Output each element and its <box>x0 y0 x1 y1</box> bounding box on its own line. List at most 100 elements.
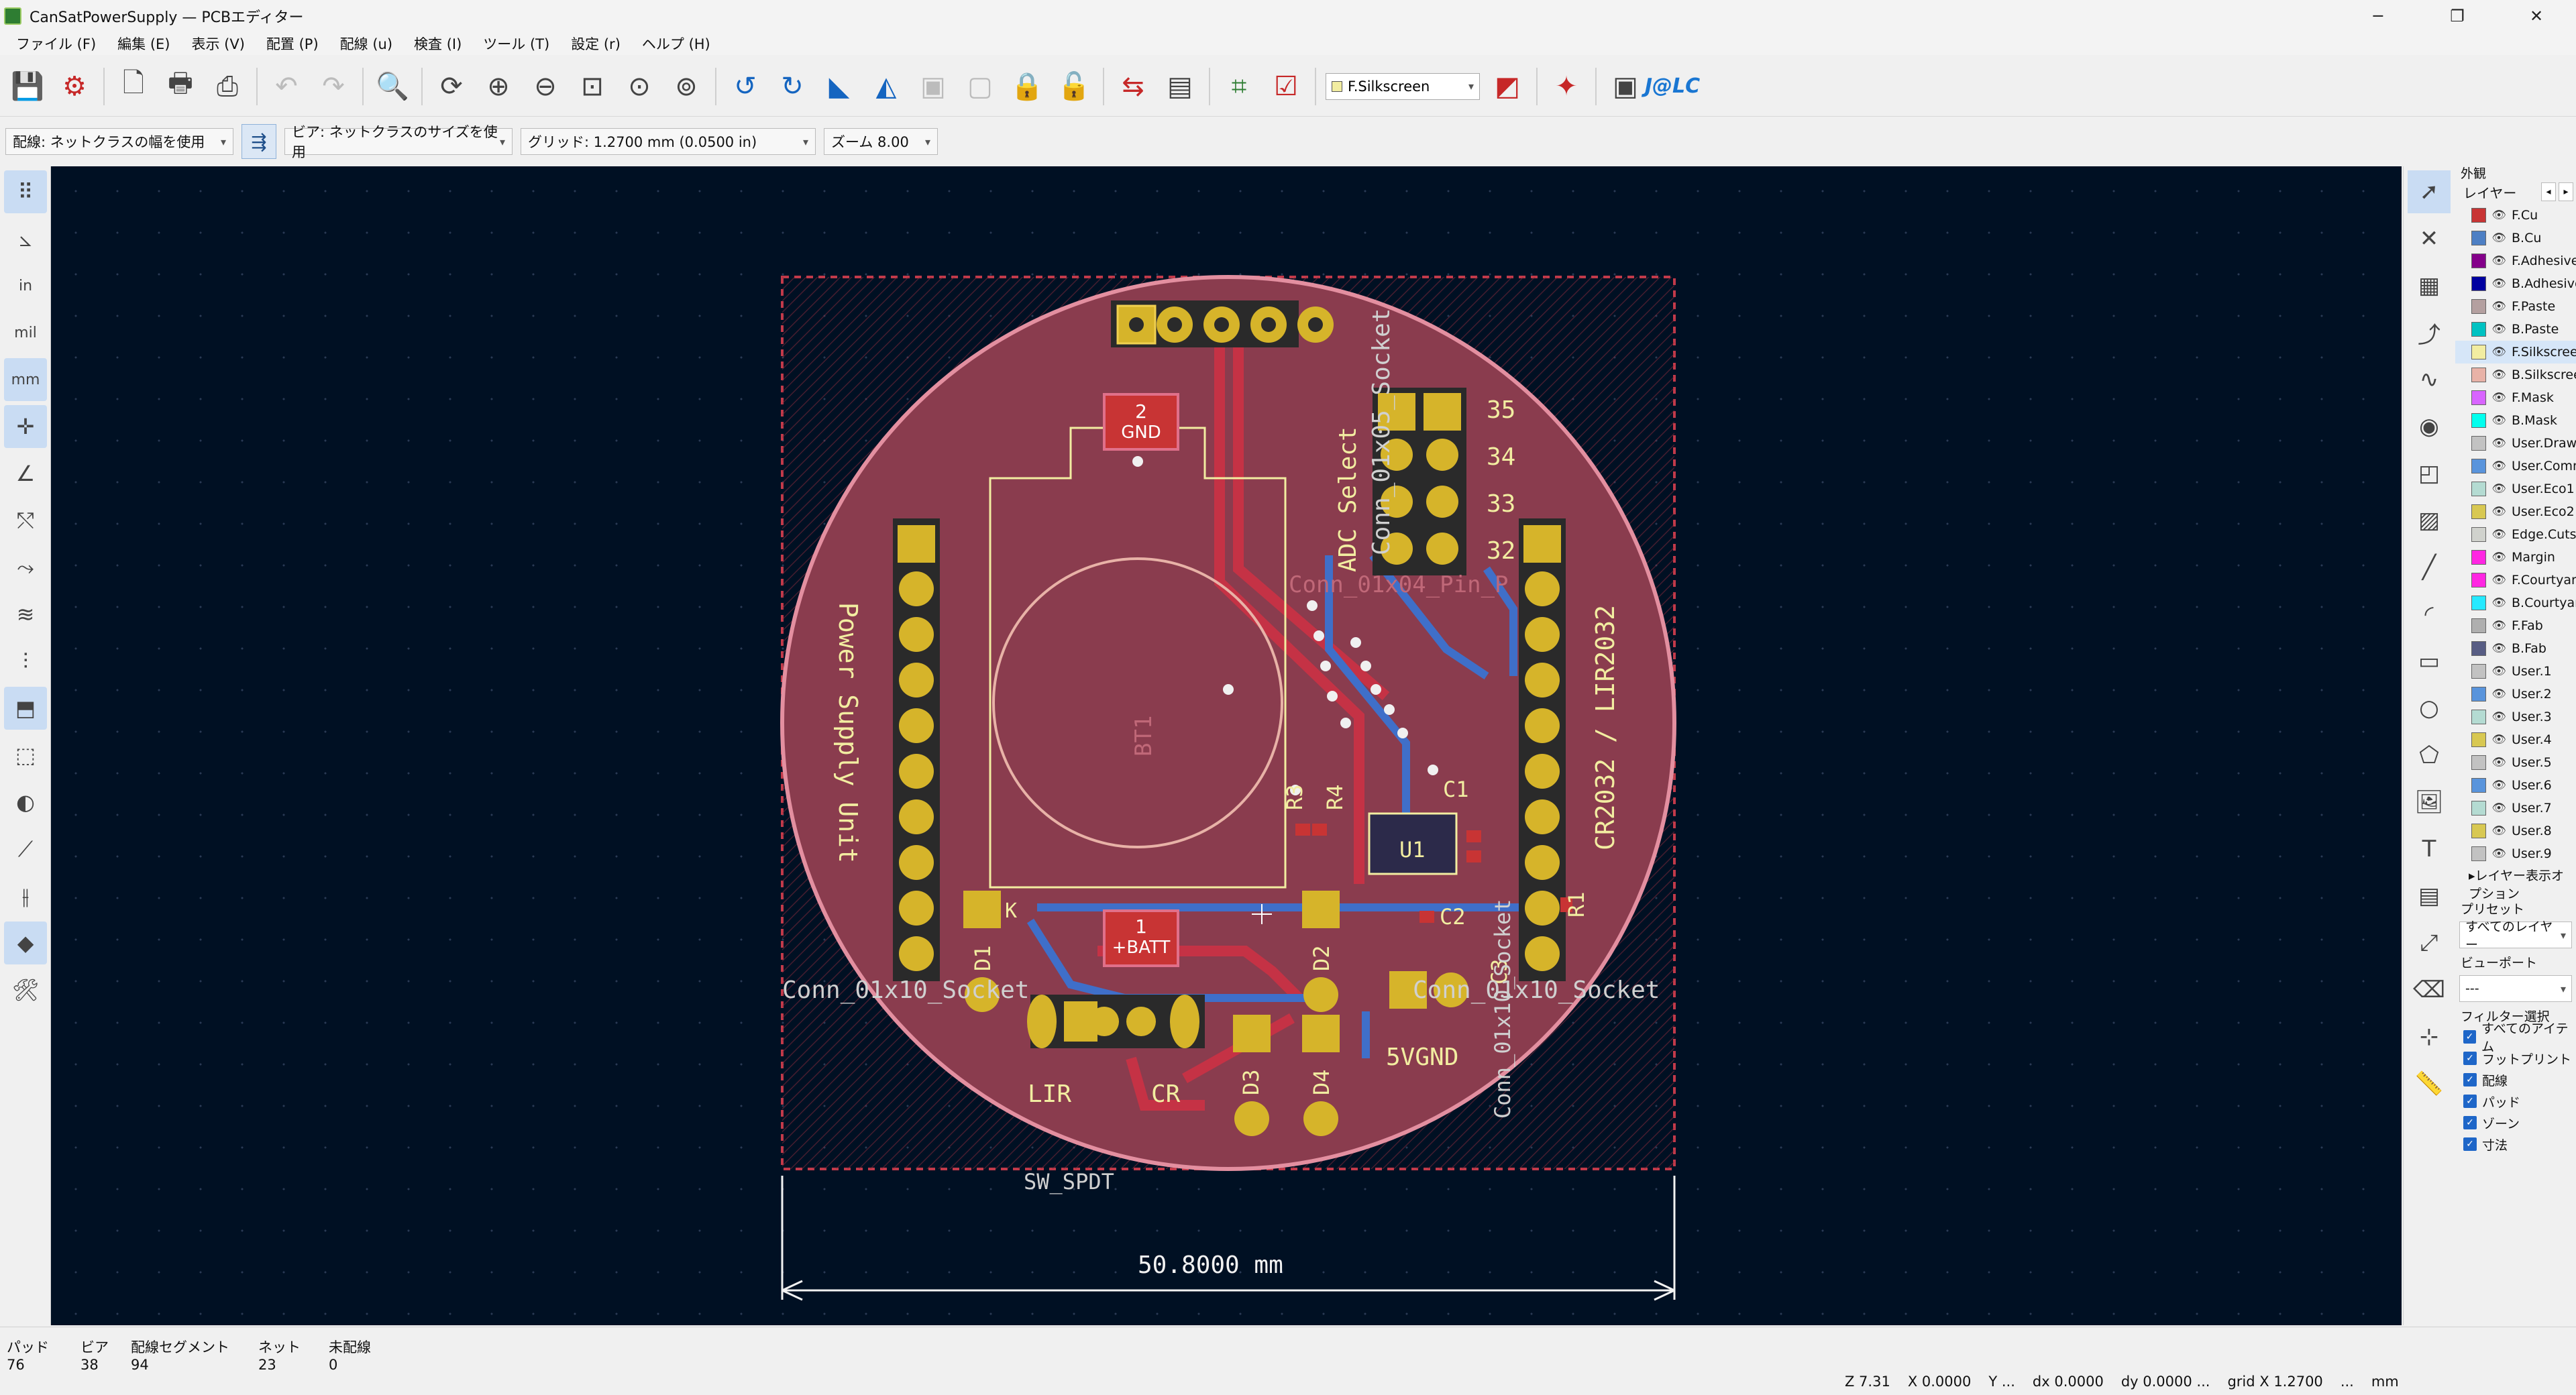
eye-icon[interactable]: 👁 <box>2490 756 2508 769</box>
layer-row[interactable]: 👁 User.3 <box>2455 706 2576 728</box>
layer-color-swatch[interactable] <box>2471 254 2486 268</box>
zoom-select[interactable]: ズーム 8.00 ▾ <box>824 128 938 155</box>
eye-icon[interactable]: 👁 <box>2490 551 2508 564</box>
unit-in-button[interactable]: in <box>4 264 47 307</box>
layer-color-swatch[interactable] <box>2471 276 2486 291</box>
scripting-icon[interactable]: ✦ <box>1545 65 1588 108</box>
layer-row[interactable]: 👁 B.Adhesive <box>2455 272 2576 295</box>
layer-row[interactable]: 👁 User.Drawings <box>2455 432 2576 455</box>
draw-line-icon[interactable]: ╱ <box>2408 546 2451 589</box>
flip-icon[interactable]: ◣ <box>818 65 861 108</box>
unit-mm-button[interactable]: mm <box>4 358 47 401</box>
eye-icon[interactable]: 👁 <box>2490 687 2508 701</box>
grid-select[interactable]: グリッド: 1.2700 mm (0.0500 in) ▾ <box>521 128 816 155</box>
checkbox-checked-icon[interactable]: ✓ <box>2463 1030 2477 1044</box>
add-image-icon[interactable]: 🖼 <box>2408 781 2451 824</box>
eye-icon[interactable]: 👁 <box>2490 665 2508 678</box>
layer-color-swatch[interactable] <box>2471 664 2486 679</box>
route-track-icon[interactable]: ⤴ <box>2408 311 2451 354</box>
group-icon[interactable]: ▣ <box>912 65 955 108</box>
layer-color-swatch[interactable] <box>2471 710 2486 724</box>
print-icon[interactable]: 🖶 <box>159 65 202 108</box>
eye-icon[interactable]: 👁 <box>2490 847 2508 860</box>
layer-color-swatch[interactable] <box>2471 299 2486 314</box>
layer-row[interactable]: 👁 User.9 <box>2455 842 2576 865</box>
layer-row[interactable]: 👁 F.Fab <box>2455 614 2576 637</box>
add-via-icon[interactable]: ◉ <box>2408 405 2451 448</box>
layer-row[interactable]: 👁 User.1 <box>2455 660 2576 683</box>
auto-width-toggle[interactable]: ⇶ <box>241 124 276 159</box>
layer-color-swatch[interactable] <box>2471 413 2486 428</box>
menu-preferences[interactable]: 設定 (r) <box>560 34 631 54</box>
select-arrow-icon[interactable]: ➚ <box>2408 170 2451 213</box>
undo-icon[interactable]: ↶ <box>265 65 308 108</box>
layer-color-swatch[interactable] <box>2471 641 2486 656</box>
layer-row[interactable]: 👁 User.5 <box>2455 751 2576 774</box>
pcb-canvas[interactable]: ADC Select Power Supply Unit CR2032 / LI… <box>51 166 2402 1325</box>
layer-color-swatch[interactable] <box>2471 527 2486 542</box>
plot-icon[interactable]: ⎙ <box>206 65 249 108</box>
curved-ratsnest-icon[interactable]: ⤳ <box>4 546 47 589</box>
layer-row[interactable]: 👁 Edge.Cuts <box>2455 523 2576 546</box>
console-icon[interactable]: ▣ <box>1604 65 1647 108</box>
zoom-fit-icon[interactable]: ⊡ <box>571 65 614 108</box>
menu-help[interactable]: ヘルプ (H) <box>631 34 721 54</box>
checkbox-checked-icon[interactable]: ✓ <box>2463 1095 2477 1108</box>
mirror-icon[interactable]: ◭ <box>865 65 908 108</box>
layer-color-swatch[interactable] <box>2471 459 2486 473</box>
active-layer-select[interactable]: F.Silkscreen ▾ <box>1326 72 1480 100</box>
preset-select[interactable]: すべてのレイヤー ▾ <box>2459 919 2572 952</box>
layer-color-swatch[interactable] <box>2471 550 2486 565</box>
eye-icon[interactable]: 👁 <box>2490 619 2508 632</box>
eye-icon[interactable]: 👁 <box>2490 209 2508 222</box>
grid-toggle-icon[interactable]: ⠿ <box>4 170 47 213</box>
layer-row[interactable]: 👁 F.Cu <box>2455 204 2576 227</box>
unit-mil-button[interactable]: mil <box>4 311 47 354</box>
minimize-button[interactable]: ─ <box>2339 0 2418 32</box>
zoom-objects-icon[interactable]: ⊙ <box>618 65 661 108</box>
layer-color-swatch[interactable] <box>2471 482 2486 496</box>
tune-length-icon[interactable]: ∿ <box>2408 358 2451 401</box>
eye-icon[interactable]: 👁 <box>2490 710 2508 724</box>
eye-icon[interactable]: 👁 <box>2490 254 2508 268</box>
add-footprint-icon[interactable]: ▦ <box>2408 264 2451 307</box>
checkbox-checked-icon[interactable]: ✓ <box>2463 1116 2477 1129</box>
checkbox-checked-icon[interactable]: ✓ <box>2463 1137 2477 1151</box>
layer-color-swatch[interactable] <box>2471 618 2486 633</box>
angle-constraint-icon[interactable]: ∠ <box>4 452 47 495</box>
layer-row[interactable]: 👁 User.2 <box>2455 683 2576 706</box>
layer-color-swatch[interactable] <box>2471 208 2486 223</box>
pcb-board-drawing[interactable]: ADC Select Power Supply Unit CR2032 / LI… <box>51 166 2402 1325</box>
via-size-select[interactable]: ビア: ネットクラスのサイズを使用 ▾ <box>284 124 513 160</box>
cursor-style-icon[interactable]: ✛ <box>4 405 47 448</box>
unlock-icon[interactable]: 🔓 <box>1053 65 1095 108</box>
menu-route[interactable]: 配線 (u) <box>329 34 403 54</box>
eye-icon[interactable]: 👁 <box>2490 391 2508 404</box>
save-icon[interactable]: 💾 <box>6 65 49 108</box>
checkbox-checked-icon[interactable]: ✓ <box>2463 1073 2477 1086</box>
board-setup-icon[interactable]: ⚙ <box>53 65 96 108</box>
draw-arc-icon[interactable]: ◜ <box>2408 593 2451 636</box>
eye-icon[interactable]: 👁 <box>2490 482 2508 496</box>
eye-icon[interactable]: 👁 <box>2490 733 2508 746</box>
layer-row[interactable]: 👁 User.4 <box>2455 728 2576 751</box>
ungroup-icon[interactable]: ▢ <box>959 65 1002 108</box>
menu-tools[interactable]: ツール (T) <box>472 34 560 54</box>
eye-icon[interactable]: 👁 <box>2490 642 2508 655</box>
filter-option[interactable]: ✓ 配線 <box>2455 1069 2576 1091</box>
rotate-ccw-icon[interactable]: ↺ <box>724 65 767 108</box>
menu-file[interactable]: ファイル (F) <box>5 34 107 54</box>
layer-row[interactable]: 👁 User.8 <box>2455 820 2576 842</box>
menu-inspect[interactable]: 検査 (I) <box>403 34 472 54</box>
eye-icon[interactable]: 👁 <box>2490 824 2508 838</box>
layer-row[interactable]: 👁 F.Mask <box>2455 386 2576 409</box>
layer-color-swatch[interactable] <box>2471 504 2486 519</box>
tab-next-button[interactable]: ▸ <box>2559 182 2573 201</box>
footprint-editor-icon[interactable]: ▤ <box>1159 65 1201 108</box>
eye-icon[interactable]: 👁 <box>2490 277 2508 290</box>
eye-icon[interactable]: 👁 <box>2490 231 2508 245</box>
zoom-in-icon[interactable]: ⊕ <box>477 65 520 108</box>
layer-row[interactable]: 👁 User.6 <box>2455 774 2576 797</box>
layer-row[interactable]: 👁 User.Eco1 <box>2455 478 2576 500</box>
layer-color-swatch[interactable] <box>2471 322 2486 337</box>
